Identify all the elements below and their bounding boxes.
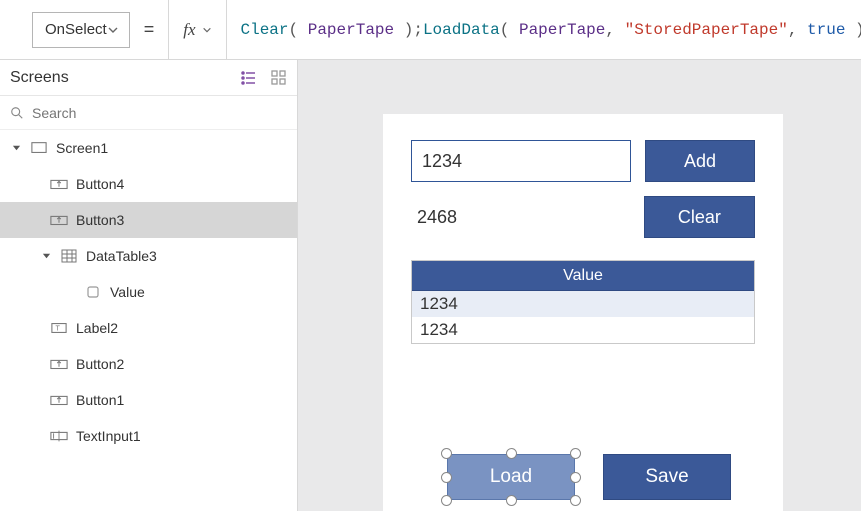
search-row bbox=[0, 96, 297, 130]
textinput-icon bbox=[50, 428, 68, 444]
load-button[interactable]: Load bbox=[447, 454, 575, 500]
property-name: OnSelect bbox=[45, 21, 107, 38]
tree-item-datatable3[interactable]: DataTable3 bbox=[0, 238, 297, 274]
formula-token: ); bbox=[394, 21, 423, 39]
tree-item-label: Button2 bbox=[76, 356, 124, 372]
formula-editor[interactable]: Clear( PaperTape );LoadData( PaperTape, … bbox=[226, 0, 861, 60]
data-table[interactable]: Value 12341234 bbox=[411, 260, 755, 344]
formula-bar: OnSelect = fx Clear( PaperTape );LoadDat… bbox=[0, 0, 861, 60]
formula-token: ( bbox=[500, 21, 519, 39]
tree-item-button4[interactable]: Button4 bbox=[0, 166, 297, 202]
chevron-down-icon bbox=[107, 24, 119, 36]
tree-item-label: Button3 bbox=[76, 212, 124, 228]
selected-control-wrap: Load bbox=[447, 454, 575, 500]
table-row[interactable]: 1234 bbox=[412, 317, 754, 343]
app-preview-frame: Add 2468 Clear Value 12341234 Load bbox=[383, 114, 783, 511]
tree-item-label: TextInput1 bbox=[76, 428, 141, 444]
formula-token: "StoredPaperTape" bbox=[625, 21, 788, 39]
tree-title: Screens bbox=[10, 69, 69, 87]
formula-token: , bbox=[605, 21, 624, 39]
resize-handle[interactable] bbox=[441, 495, 452, 506]
formula-token: Clear bbox=[241, 21, 289, 39]
tree-item-label2[interactable]: T Label2 bbox=[0, 310, 297, 346]
resize-handle[interactable] bbox=[506, 448, 517, 459]
clear-button[interactable]: Clear bbox=[644, 196, 755, 238]
tree-list: Screen1 Button4 Button3 DataTable3 Value T Lab… bbox=[0, 130, 297, 511]
table-icon bbox=[60, 248, 78, 264]
data-table-header: Value bbox=[412, 261, 754, 291]
column-icon bbox=[84, 284, 102, 300]
search-input[interactable] bbox=[32, 105, 287, 121]
tree-item-button2[interactable]: Button2 bbox=[0, 346, 297, 382]
chevron-down-icon[interactable] bbox=[10, 144, 22, 153]
tree-item-button3[interactable]: Button3 bbox=[0, 202, 297, 238]
fx-label: fx bbox=[183, 20, 195, 40]
tree-header: Screens bbox=[0, 60, 297, 96]
resize-handle[interactable] bbox=[570, 472, 581, 483]
tree-item-label: DataTable3 bbox=[86, 248, 157, 264]
save-button[interactable]: Save bbox=[603, 454, 731, 500]
label-icon: T bbox=[50, 320, 68, 336]
fx-button[interactable]: fx bbox=[168, 0, 225, 60]
tree-item-label: Label2 bbox=[76, 320, 118, 336]
button-icon bbox=[50, 356, 68, 372]
canvas-area[interactable]: Add 2468 Clear Value 12341234 Load bbox=[298, 60, 861, 511]
resize-handle[interactable] bbox=[570, 495, 581, 506]
button-icon bbox=[50, 176, 68, 192]
table-row[interactable]: 1234 bbox=[412, 291, 754, 317]
formula-token: PaperTape bbox=[308, 21, 394, 39]
tree-view-list-icon[interactable] bbox=[241, 70, 257, 86]
sum-label: 2468 bbox=[411, 207, 630, 228]
property-selector[interactable]: OnSelect bbox=[32, 12, 130, 48]
formula-token: LoadData bbox=[423, 21, 500, 39]
chevron-down-icon bbox=[202, 25, 212, 35]
resize-handle[interactable] bbox=[441, 472, 452, 483]
formula-token: PaperTape bbox=[519, 21, 605, 39]
formula-token: , bbox=[788, 21, 807, 39]
search-icon bbox=[10, 106, 24, 120]
tree-panel: Screens Screen1 Button4 Button3 DataTable3 V… bbox=[0, 60, 298, 511]
button-icon bbox=[50, 212, 68, 228]
tree-item-button1[interactable]: Button1 bbox=[0, 382, 297, 418]
button-icon bbox=[50, 392, 68, 408]
tree-item-label: Button4 bbox=[76, 176, 124, 192]
svg-text:T: T bbox=[55, 325, 60, 333]
tree-item-label: Screen1 bbox=[56, 140, 108, 156]
resize-handle[interactable] bbox=[570, 448, 581, 459]
tree-view-grid-icon[interactable] bbox=[271, 70, 287, 86]
add-button[interactable]: Add bbox=[645, 140, 755, 182]
formula-token: ( bbox=[289, 21, 308, 39]
resize-handle[interactable] bbox=[506, 495, 517, 506]
main-area: Screens Screen1 Button4 Button3 DataTable3 V… bbox=[0, 60, 861, 511]
equals-sign: = bbox=[144, 19, 155, 40]
formula-token: ) bbox=[845, 21, 861, 39]
resize-handle[interactable] bbox=[441, 448, 452, 459]
text-input[interactable] bbox=[411, 140, 631, 182]
tree-item-screen1[interactable]: Screen1 bbox=[0, 130, 297, 166]
tree-item-label: Button1 bbox=[76, 392, 124, 408]
screen-icon bbox=[30, 140, 48, 156]
tree-item-label: Value bbox=[110, 284, 145, 300]
chevron-down-icon[interactable] bbox=[40, 252, 52, 261]
tree-item-textinput1[interactable]: TextInput1 bbox=[0, 418, 297, 454]
tree-item-value[interactable]: Value bbox=[0, 274, 297, 310]
formula-token: true bbox=[807, 21, 845, 39]
